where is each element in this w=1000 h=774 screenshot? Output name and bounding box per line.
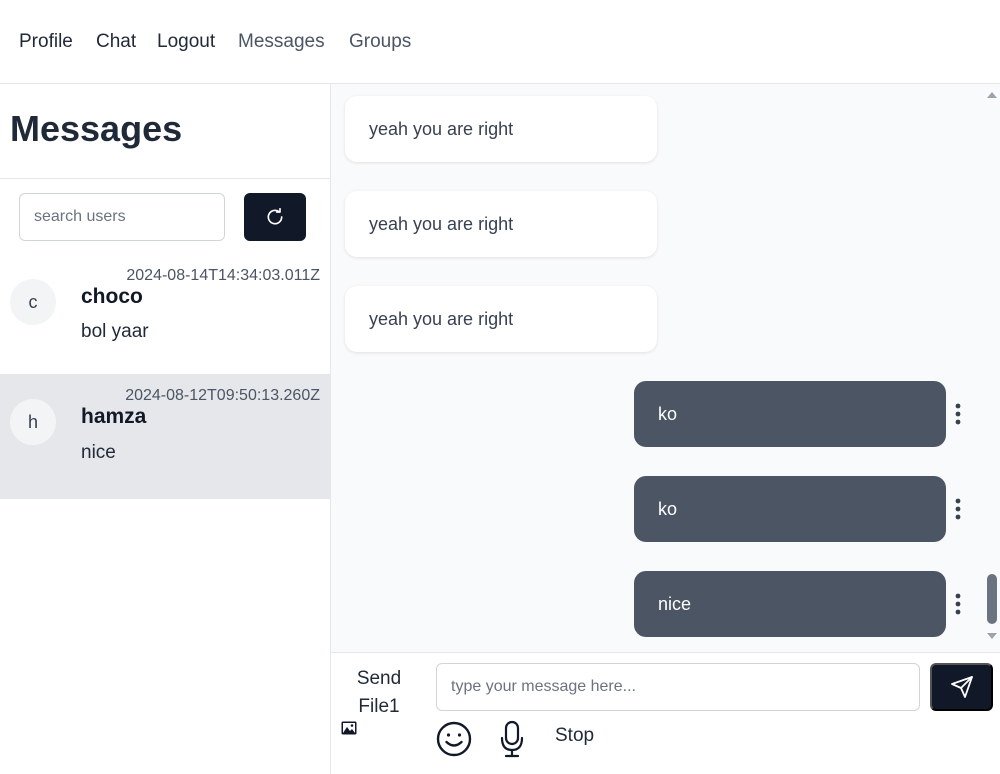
microphone-icon[interactable]: [499, 720, 525, 763]
send-button[interactable]: [930, 663, 993, 711]
conversation-timestamp: 2024-08-12T09:50:13.260Z: [125, 387, 320, 404]
outgoing-message: ko: [634, 476, 946, 542]
conversation-name: choco: [81, 285, 143, 308]
message-input[interactable]: [436, 663, 920, 711]
sidebar-divider: [0, 178, 330, 179]
message-options-icon[interactable]: [951, 399, 965, 429]
scroll-down-arrow-icon[interactable]: [987, 633, 997, 639]
nav-profile-link[interactable]: Profile: [19, 31, 73, 53]
sidebar-title: Messages: [10, 108, 183, 149]
nav-logout-link[interactable]: Logout: [157, 31, 215, 53]
message-options-icon[interactable]: [951, 494, 965, 524]
stop-recording-button[interactable]: Stop: [555, 725, 594, 747]
top-nav: Profile Chat Logout Messages Groups: [0, 0, 1000, 84]
conversation-sidebar: Messages c 2024-08-14T14:34:03.011Z choc…: [0, 84, 331, 774]
avatar: h: [10, 399, 56, 445]
conversation-item-hamza[interactable]: h 2024-08-12T09:50:13.260Z hamza nice: [0, 374, 330, 499]
conversation-last-message: nice: [81, 442, 116, 463]
incoming-message: yeah you are right: [345, 191, 657, 257]
nav-groups-link[interactable]: Groups: [349, 31, 411, 53]
refresh-icon: [267, 207, 283, 225]
avatar: c: [10, 279, 56, 325]
incoming-message: yeah you are right: [345, 286, 657, 352]
emoji-icon[interactable]: [435, 720, 473, 763]
send-file-button[interactable]: Send File1: [345, 665, 413, 721]
message-options-icon[interactable]: [951, 589, 965, 619]
scrollbar-thumb[interactable]: [987, 574, 997, 624]
conversation-last-message: bol yaar: [81, 321, 149, 342]
send-icon: [950, 676, 973, 698]
conversation-timestamp: 2024-08-14T14:34:03.011Z: [126, 267, 320, 284]
message-composer: Send File1 Stop: [331, 652, 1000, 774]
chat-messages-area[interactable]: yeah you are right yeah you are right ye…: [331, 84, 1000, 652]
search-users-input[interactable]: [19, 193, 225, 241]
refresh-button[interactable]: [244, 193, 306, 241]
scroll-up-arrow-icon[interactable]: [987, 92, 997, 98]
conversation-name: hamza: [81, 405, 147, 428]
nav-messages-link[interactable]: Messages: [238, 31, 325, 53]
image-icon[interactable]: [341, 721, 357, 740]
incoming-message: yeah you are right: [345, 96, 657, 162]
outgoing-message: ko: [634, 381, 946, 447]
outgoing-message: nice: [634, 571, 946, 637]
conversation-item-choco[interactable]: c 2024-08-14T14:34:03.011Z choco bol yaa…: [0, 250, 330, 375]
nav-chat-link[interactable]: Chat: [96, 31, 136, 53]
